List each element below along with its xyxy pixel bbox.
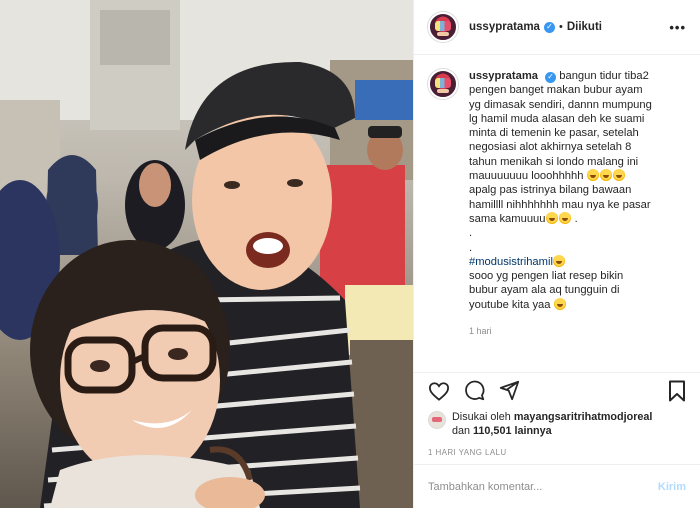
caption-line: sama kamuuuu . (469, 211, 578, 225)
grin-emoji-icon (613, 169, 626, 182)
caption-line: pengen banget makan bubur ayam (469, 84, 643, 97)
bookmark-icon[interactable] (668, 380, 686, 402)
comment-input[interactable] (428, 480, 658, 493)
grin-emoji-icon (600, 169, 613, 182)
hashtag-link[interactable]: #modusistrihamil (469, 256, 553, 268)
post-details-panel: ussypratama ✓ • Diikuti ••• ussypratama … (413, 0, 700, 508)
post-comment-button[interactable]: Kirim (658, 481, 686, 493)
grin-emoji-icon (554, 297, 567, 310)
caption-line: youtube kita yaa (469, 297, 686, 312)
caption-area: ussypratama ✓ bangun tidur tiba2 pengen … (414, 55, 700, 372)
post-photo[interactable] (0, 0, 413, 508)
grin-emoji-icon (546, 211, 558, 224)
comment-icon[interactable] (464, 380, 485, 401)
caption-line: negosiasi alot akhirnya setelah 8 (469, 141, 632, 154)
caption-row: ussypratama ✓ bangun tidur tiba2 pengen … (428, 69, 686, 312)
post-header: ussypratama ✓ • Diikuti ••• (414, 0, 700, 55)
likes-middle: dan (452, 425, 471, 437)
caption-line: ussypratama ✓ bangun tidur tiba2 (469, 69, 686, 83)
caption-line-text: mauuuuuuu looohhhhh (469, 170, 584, 183)
caption-text: ussypratama ✓ bangun tidur tiba2 pengen … (469, 69, 686, 312)
caption-line: apalg pas istrinya bilang bawaan (469, 184, 632, 197)
likes-count-link[interactable]: 110,501 (473, 425, 511, 437)
share-icon[interactable] (499, 380, 520, 401)
caption-line-text: sama kamuuuu (469, 212, 546, 225)
instagram-post: ussypratama ✓ • Diikuti ••• ussypratama … (0, 0, 700, 508)
caption-line: #modusistrihamil (469, 254, 686, 269)
likes-prefix: Disukai oleh (452, 411, 511, 423)
caption-line-text: bangun tidur tiba2 (559, 70, 649, 82)
caption-avatar[interactable] (428, 69, 458, 99)
caption-age: 1 hari (469, 326, 492, 337)
post-date[interactable]: 1 HARI YANG LALU (414, 448, 700, 464)
caption-line: lg hamil muda alasan deh ke suami (469, 112, 645, 125)
likes-others-link[interactable]: lainnya (514, 425, 551, 437)
caption-line: bubur ayam ala aq tungguin di (469, 284, 620, 297)
action-bar (414, 372, 700, 408)
likes-text: Disukai oleh mayangsaritrihatmodjoreal d… (452, 410, 652, 438)
caption-line: mauuuuuuu looohhhhh (469, 169, 686, 183)
grin-emoji-icon (559, 211, 571, 224)
caption-line: tahun menikah si londo malang ini (469, 155, 639, 168)
caption-line: hamillll nihhhhhhh mau nya ke pasar (469, 198, 651, 211)
grin-emoji-icon (553, 254, 566, 267)
liker-avatar[interactable] (428, 411, 446, 429)
more-options-icon[interactable]: ••• (669, 20, 686, 35)
header-username[interactable]: ussypratama (469, 21, 540, 33)
liker-username-link[interactable]: mayangsaritrihatmodjoreal (514, 411, 653, 423)
caption-line: minta di temenin ke pasar, setelah (469, 127, 639, 140)
caption-line-text: youtube kita yaa (469, 298, 551, 311)
comment-form: Kirim (414, 464, 700, 508)
caption-line: . (469, 227, 473, 240)
grin-emoji-icon (587, 169, 600, 182)
follow-status-button[interactable]: Diikuti (567, 21, 602, 33)
profile-avatar[interactable] (428, 12, 458, 42)
verified-badge-icon: ✓ (545, 71, 557, 83)
heart-icon[interactable] (428, 381, 450, 401)
caption-line: sooo yg pengen liat resep bikin (469, 270, 624, 283)
caption-line: yg dimasak sendiri, dannn mumpung (469, 98, 652, 111)
selfie-image (0, 0, 413, 508)
likes-summary: Disukai oleh mayangsaritrihatmodjoreal d… (414, 408, 700, 448)
verified-badge-icon: ✓ (543, 21, 555, 33)
header-separator: • (558, 21, 563, 33)
caption-line: . (469, 241, 473, 254)
caption-username[interactable]: ussypratama (469, 70, 538, 82)
